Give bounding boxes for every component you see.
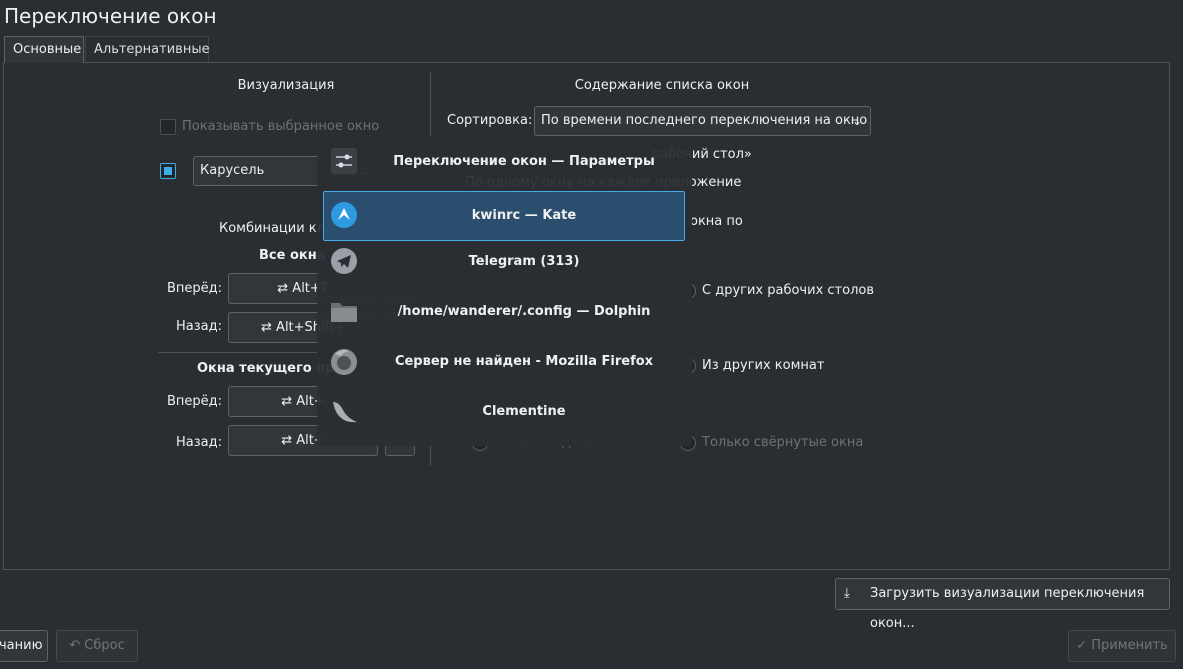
shortcut-icon: ⇄ — [277, 281, 289, 296]
shortcuts-title: Комбинации кл — [219, 221, 325, 236]
show-selected-label: Показывать выбранное окно — [182, 119, 380, 134]
defaults-button[interactable]: чанию — [0, 630, 48, 662]
shortcut-icon: ⇄ — [281, 433, 293, 448]
sort-label: Сортировка: — [447, 113, 533, 128]
window-title: Переключение окон — [4, 4, 217, 28]
switcher-item-selected[interactable]: kwinrc — Kate — [323, 191, 685, 241]
folder-icon — [329, 296, 359, 326]
sort-combobox[interactable]: По времени последнего переключения на ок… — [534, 106, 871, 136]
switcher-item[interactable]: Clementine — [323, 387, 685, 437]
content-title: Содержание списка окон — [574, 78, 750, 93]
firefox-icon — [329, 346, 359, 376]
reset-label: Сброс — [84, 638, 125, 653]
apply-button[interactable]: ✓ Применить — [1068, 630, 1176, 662]
back-label: Назад: — [176, 319, 222, 334]
reset-button[interactable]: ↶ Сброс — [56, 630, 138, 662]
switcher-item-label: /home/wanderer/.config — Dolphin — [397, 304, 651, 319]
telegram-icon — [329, 246, 359, 276]
download-label: Загрузить визуализации переключения окон… — [870, 586, 1145, 631]
shortcut-icon: ⇄ — [261, 320, 272, 335]
other-desktops-label: С других рабочих столов — [702, 283, 874, 298]
download-visualizations-button[interactable]: ⤓ Загрузить визуализации переключения ок… — [835, 578, 1170, 631]
show-selected-checkbox[interactable] — [160, 119, 176, 135]
cur-forward-label: Вперёд: — [166, 394, 222, 409]
window-switcher-overlay: Переключение окон — Параметры системы kw… — [317, 136, 692, 446]
shortcut-icon: ⇄ — [281, 394, 293, 409]
visualization-title: Визуализация — [237, 78, 335, 93]
cur-back-label: Назад: — [176, 435, 222, 450]
check-icon: ✓ — [1076, 638, 1088, 653]
other-activities-label: Из других комнат — [702, 358, 825, 373]
only-minimized-label: Только свёрнутые окна — [702, 435, 864, 450]
switcher-item-label: kwinrc — Kate — [471, 208, 577, 223]
filter-label: окна по — [690, 214, 743, 229]
switcher-item[interactable]: Telegram (313) — [323, 237, 685, 287]
settings-sliders-icon — [329, 146, 359, 176]
all-windows-title: Все окна — [259, 248, 326, 263]
switcher-item[interactable]: /home/wanderer/.config — Dolphin — [323, 287, 685, 337]
kate-icon — [329, 200, 359, 230]
switcher-item-label: Clementine — [482, 404, 566, 419]
switcher-item-label: Сервер не найден - Mozilla Firefox — [394, 354, 654, 369]
effect-value: Карусель — [200, 163, 265, 178]
switcher-item[interactable]: Переключение окон — Параметры системы — [323, 137, 685, 219]
sort-value: По времени последнего переключения на ок… — [541, 113, 868, 128]
chevron-down-icon: ⌄ — [851, 114, 862, 128]
switcher-item[interactable]: Сервер не найден - Mozilla Firefox — [323, 337, 685, 387]
tab-basic[interactable]: Основные — [4, 36, 84, 63]
clementine-icon — [329, 396, 359, 426]
download-icon: ⤓ — [844, 586, 850, 601]
apply-label: Применить — [1091, 638, 1168, 653]
defaults-label: чанию — [0, 638, 43, 653]
undo-icon: ↶ — [69, 638, 81, 653]
enable-visualization-checkbox[interactable] — [160, 163, 176, 179]
forward-label: Вперёд: — [166, 281, 222, 296]
switcher-item-label: Telegram (313) — [468, 254, 580, 269]
tab-alternative[interactable]: Альтернативные — [85, 36, 210, 63]
